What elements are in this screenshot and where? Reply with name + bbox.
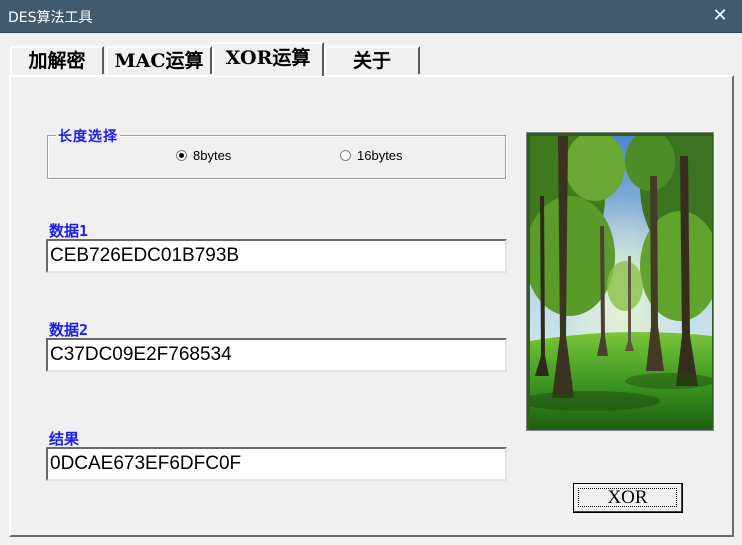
dialog-body: 加解密 MAC运算 XOR运算 关于 长度选择 8bytes 16bytes 数…	[0, 33, 742, 545]
length-select-group: 长度选择 8bytes 16bytes	[47, 126, 506, 179]
radio-8bytes[interactable]: 8bytes	[176, 148, 231, 163]
data1-input[interactable]: CEB726EDC01B793B	[46, 239, 507, 273]
data1-label: 数据1	[49, 222, 89, 240]
length-select-label: 长度选择	[56, 126, 120, 146]
data2-input[interactable]: C37DC09E2F768534	[46, 338, 507, 372]
data2-label: 数据2	[49, 321, 89, 339]
close-icon[interactable]: ✕	[706, 2, 734, 30]
result-output[interactable]: 0DCAE673EF6DFC0F	[46, 447, 507, 481]
xor-button[interactable]: XOR	[573, 483, 683, 513]
radio-8bytes-label: 8bytes	[193, 148, 232, 163]
radio-selected-icon[interactable]	[176, 150, 187, 161]
title-bar: DES算法工具 ✕	[0, 0, 742, 33]
tab-strip: 加解密 MAC运算 XOR运算 关于	[10, 42, 430, 76]
radio-16bytes-label: 16bytes	[357, 148, 403, 163]
radio-16bytes[interactable]: 16bytes	[340, 148, 403, 163]
tab-about[interactable]: 关于	[324, 46, 420, 74]
xor-tab-panel: 长度选择 8bytes 16bytes 数据1 CEB726EDC01B793B…	[9, 75, 734, 537]
tab-mac[interactable]: MAC运算	[106, 46, 212, 74]
radio-unselected-icon[interactable]	[340, 150, 351, 161]
forest-image	[526, 132, 714, 431]
result-label: 结果	[49, 430, 80, 448]
xor-button-label: XOR	[607, 487, 648, 508]
tab-encrypt-decrypt[interactable]: 加解密	[10, 46, 104, 74]
tab-xor[interactable]: XOR运算	[212, 42, 324, 76]
window-title: DES算法工具	[8, 10, 93, 26]
